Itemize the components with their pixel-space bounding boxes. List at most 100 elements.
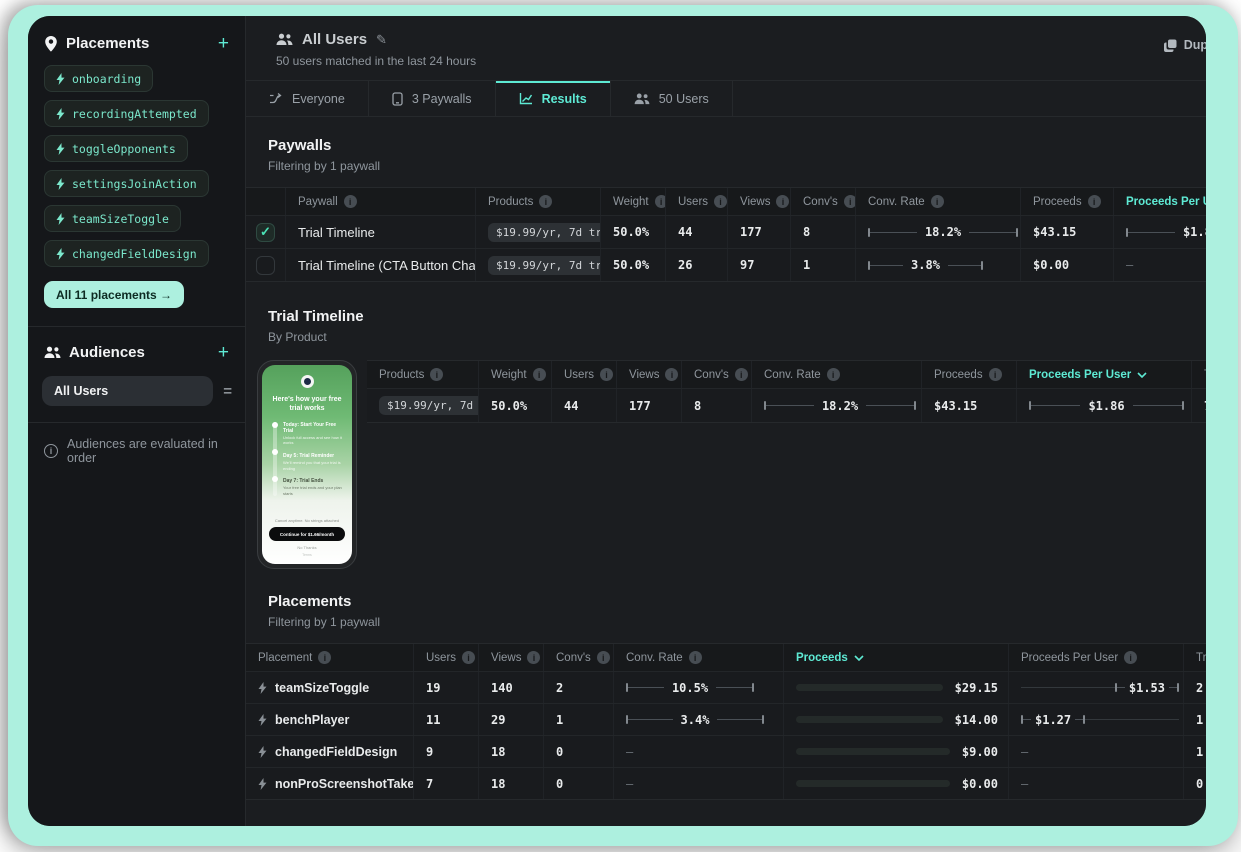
table-row[interactable]: benchPlayer 11 29 1 3.4% $14.00 $1.27 1 — [246, 703, 1206, 735]
placement-name: nonProScreenshotTaken — [275, 777, 414, 791]
bolt-icon — [258, 682, 267, 694]
screenshot-stage: Placements + onboarding recordingAttempt… — [0, 0, 1241, 852]
info-icon[interactable]: i — [827, 368, 840, 381]
info-icon[interactable]: i — [735, 368, 748, 381]
placements-header: Placements + — [42, 32, 231, 65]
placement-tag[interactable]: changedFieldDesign — [44, 240, 209, 267]
duplicate-button[interactable]: Duplicate — [1164, 38, 1206, 52]
trial-section-subtitle: By Product — [268, 330, 1206, 344]
timeline-item: Day 5: Trial Reminder We'll remind you t… — [283, 453, 343, 471]
column-header-conv-rate[interactable]: Conv. Ratei — [856, 188, 1021, 215]
table-row[interactable]: ✓ Trial Timeline $19.99/yr, 7d trial 50.… — [246, 215, 1206, 248]
placement-tag[interactable]: recordingAttempted — [44, 100, 209, 127]
info-icon[interactable]: i — [430, 368, 443, 381]
column-header-products[interactable]: Productsi — [476, 188, 601, 215]
column-header-convs[interactable]: Conv'si — [682, 361, 752, 388]
trial-section-title: Trial Timeline — [268, 308, 1206, 325]
paywall-heading: Here's how your free trial works — [272, 395, 342, 414]
info-icon[interactable]: i — [1124, 651, 1137, 664]
chevron-down-icon — [854, 655, 864, 661]
location-pin-icon — [44, 36, 58, 52]
info-icon[interactable]: i — [462, 651, 475, 664]
column-header-convs[interactable]: Conv'si — [544, 644, 614, 671]
column-header-proceeds-per-user[interactable]: Proceeds Per Useri — [1009, 644, 1184, 671]
column-header-paywall[interactable]: Paywalli — [286, 188, 476, 215]
table-row[interactable]: teamSizeToggle 19 140 2 10.5% $29.15 $1.… — [246, 671, 1206, 703]
column-header-users[interactable]: Usersi — [666, 188, 728, 215]
column-header-views[interactable]: Viewsi — [617, 361, 682, 388]
row-checkbox[interactable]: ✓ — [256, 223, 275, 242]
placement-tag[interactable]: teamSizeToggle — [44, 205, 181, 232]
info-icon[interactable]: i — [539, 195, 552, 208]
tab-paywalls[interactable]: 3 Paywalls — [369, 81, 496, 116]
audiences-title: Audiences — [69, 344, 210, 361]
column-header-conv-rate[interactable]: Conv. Ratei — [752, 361, 922, 388]
placement-tag[interactable]: toggleOpponents — [44, 135, 188, 162]
info-icon[interactable]: i — [989, 368, 1002, 381]
tab-everyone[interactable]: Everyone — [246, 81, 369, 116]
info-icon[interactable]: i — [665, 368, 678, 381]
column-header-trial-starts[interactable]: Trial Starts — [1184, 644, 1206, 671]
info-icon[interactable]: i — [533, 368, 546, 381]
drag-handle-icon[interactable]: = — [223, 383, 231, 400]
info-icon[interactable]: i — [527, 651, 540, 664]
info-icon[interactable]: i — [776, 195, 789, 208]
tab-users[interactable]: 50 Users — [611, 81, 733, 116]
table-row[interactable]: Trial Timeline (CTA Button Change) $19.9… — [246, 248, 1206, 281]
column-header-proceeds-per-user[interactable]: Proceeds Per User — [1114, 188, 1206, 215]
column-header-proceeds[interactable]: Proceeds — [784, 644, 1009, 671]
info-icon[interactable]: i — [597, 651, 610, 664]
column-header-conv-rate[interactable]: Conv. Ratei — [614, 644, 784, 671]
results-content: Paywalls Filtering by 1 paywall Paywalli… — [246, 117, 1206, 826]
info-icon[interactable]: i — [714, 195, 727, 208]
table-row[interactable]: $19.99/yr, 7d trial 50.0% 44 177 8 18.2%… — [367, 388, 1206, 422]
column-header-users[interactable]: Usersi — [414, 644, 479, 671]
info-icon[interactable]: i — [655, 195, 666, 208]
placement-tag[interactable]: settingsJoinAction — [44, 170, 209, 197]
confidence-interval: $1.27 — [1021, 713, 1179, 727]
column-header-proceeds[interactable]: Proceedsi — [922, 361, 1017, 388]
trial-table-header: Productsi Weighti Usersi Viewsi Conv'si … — [367, 361, 1206, 388]
tab-label: Results — [542, 92, 587, 106]
column-header-views[interactable]: Viewsi — [728, 188, 791, 215]
info-icon[interactable]: i — [318, 651, 331, 664]
info-icon[interactable]: i — [844, 195, 856, 208]
column-header-proceeds-per-user[interactable]: Proceeds Per User — [1017, 361, 1192, 388]
tab-results[interactable]: Results — [496, 81, 611, 116]
chevron-down-icon — [1137, 372, 1147, 378]
column-header-convs[interactable]: Conv'si — [791, 188, 856, 215]
column-header-trial-starts[interactable]: Trial Starts — [1192, 361, 1206, 388]
edit-icon[interactable]: ✎ — [376, 32, 387, 48]
confidence-interval: 3.4% — [626, 713, 764, 727]
column-header-products[interactable]: Productsi — [367, 361, 479, 388]
info-icon[interactable]: i — [600, 368, 613, 381]
info-icon[interactable]: i — [1088, 195, 1101, 208]
table-row[interactable]: nonProScreenshotTaken 7 18 0 – $0.00 – 0 — [246, 767, 1206, 799]
column-header-users[interactable]: Usersi — [552, 361, 617, 388]
placement-tag-label: recordingAttempted — [72, 107, 197, 121]
add-audience-button[interactable]: + — [218, 343, 229, 362]
column-header-views[interactable]: Viewsi — [479, 644, 544, 671]
paywall-terms-link: Terms — [269, 553, 345, 557]
confidence-interval: $1.86 — [1029, 399, 1184, 413]
column-header-weight[interactable]: Weighti — [479, 361, 552, 388]
column-header-weight[interactable]: Weighti — [601, 188, 666, 215]
trial-timeline-graphic: Today: Start Your Free Trial Unlock full… — [273, 422, 343, 497]
info-icon[interactable]: i — [344, 195, 357, 208]
all-placements-button[interactable]: All 11 placements → — [44, 281, 184, 308]
add-placement-button[interactable]: + — [218, 34, 229, 53]
placement-tag[interactable]: onboarding — [44, 65, 153, 92]
paywalls-section-subtitle: Filtering by 1 paywall — [268, 159, 1206, 173]
info-icon[interactable]: i — [689, 651, 702, 664]
column-header-placement[interactable]: Placementi — [246, 644, 414, 671]
table-row[interactable]: changedFieldDesign 9 18 0 – $9.00 – 1 — [246, 735, 1206, 767]
tab-label: Everyone — [292, 92, 345, 106]
info-icon[interactable]: i — [931, 195, 944, 208]
product-chip: $19.99/yr, 7d trial — [488, 223, 601, 242]
timeline-item: Today: Start Your Free Trial Unlock full… — [283, 422, 343, 446]
row-checkbox[interactable] — [256, 256, 275, 275]
column-header-proceeds[interactable]: Proceedsi — [1021, 188, 1114, 215]
audience-item-all-users[interactable]: All Users — [42, 376, 213, 406]
product-chip: $19.99/yr, 7d trial — [379, 396, 479, 415]
paywall-name: Trial Timeline — [298, 225, 375, 240]
